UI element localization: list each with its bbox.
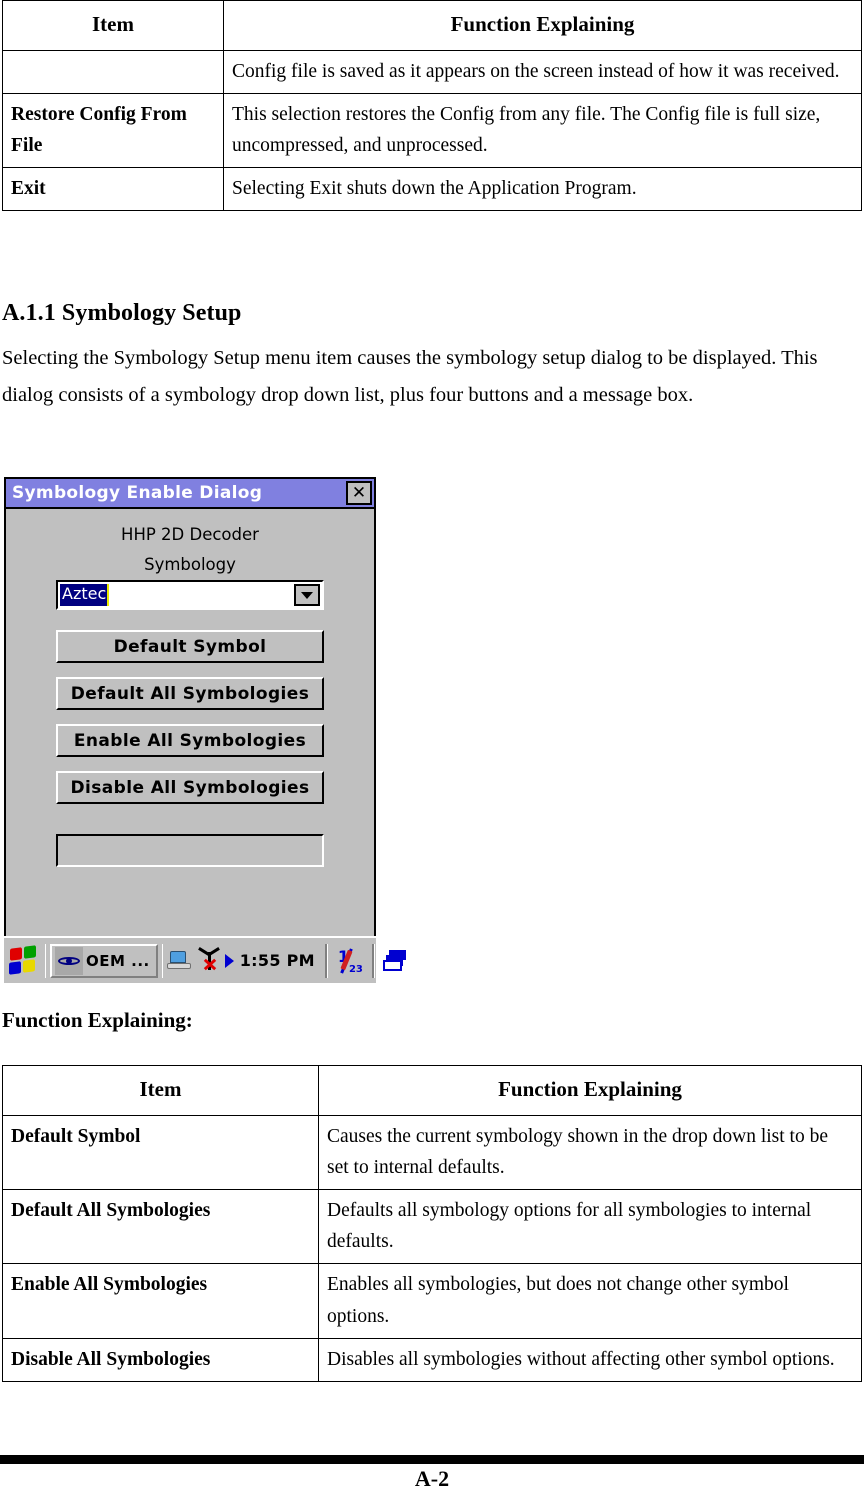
taskbar-clock[interactable]: 1:55 PM [240,951,315,970]
symbology-label: Symbology [144,555,236,574]
table-row: Config file is saved as it appears on th… [2,49,862,94]
dialog-body: HHP 2D Decoder Symbology Aztec Default S… [6,525,374,950]
disable-all-symbologies-button[interactable]: Disable All Symbologies [56,771,324,804]
close-icon[interactable]: ✕ [346,481,372,505]
table-row: Enable All Symbologies Enables all symbo… [2,1263,862,1339]
symbology-selected-value: Aztec [60,584,110,606]
table-header-row: Item Function Explaining [2,1065,862,1116]
default-all-symbologies-button[interactable]: Default All Symbologies [56,677,324,710]
item-cell: Enable All Symbologies [2,1263,319,1339]
page-number: A-2 [414,1466,450,1491]
document-page: Item Function Explaining Config file is … [0,0,864,1493]
dialog-titlebar: Symbology Enable Dialog ✕ [6,479,374,509]
table-row: Disable All Symbologies Disables all sym… [2,1337,862,1382]
laptop-screen [169,950,186,963]
decoder-label: HHP 2D Decoder [121,525,259,544]
taskbar-divider [371,943,375,978]
section-paragraph: Selecting the Symbology Setup menu item … [2,347,818,406]
bottom-function-table: Item Function Explaining Default Symbol … [2,1065,862,1382]
column-header-function: Function Explaining [223,0,862,51]
start-flag-icon[interactable] [7,944,41,978]
dialog-title: Symbology Enable Dialog [12,483,263,503]
device-taskbar: OEM ... 1:55 PM 1 23 [4,936,406,983]
taskbar-task-button[interactable]: OEM ... [50,943,158,978]
symbology-dropdown[interactable]: Aztec [56,580,324,610]
explaining-cell: Causes the current symbology shown in th… [318,1114,862,1190]
laptop-base [166,962,191,969]
item-cell: Disable All Symbologies [2,1337,319,1382]
default-symbol-button[interactable]: Default Symbol [56,630,324,663]
column-header-function: Function Explaining [318,1065,862,1116]
start-flag-quadrant-yellow [23,958,35,973]
explaining-cell: Defaults all symbology options for all s… [318,1188,862,1265]
column-header-item: Item [2,1065,319,1116]
start-flag-quadrant-green [24,944,36,959]
table-row: Restore Config From File This selection … [2,92,862,169]
explaining-cell: Config file is saved as it appears on th… [223,49,862,94]
table-row: Default All Symbologies Defaults all sym… [2,1188,862,1265]
explaining-cell: Selecting Exit shuts down the Applicatio… [223,167,862,212]
item-cell: Restore Config From File [2,92,224,169]
embedded-device-screenshot: Symbology Enable Dialog ✕ HHP 2D Decoder… [4,477,406,983]
start-flag-quadrant-blue [9,960,21,975]
table-row: Default Symbol Causes the current symbol… [2,1114,862,1190]
taskbar-divider [161,943,163,978]
table-row: Exit Selecting Exit shuts down the Appli… [2,167,862,212]
input-panel-digit-bottom: 23 [348,963,363,975]
desktop-windows-icon[interactable] [382,949,409,973]
message-box [56,834,324,867]
input-panel-icon[interactable]: 1 23 [336,947,364,975]
window-layer-front [382,959,402,971]
item-cell: Default All Symbologies [2,1188,319,1265]
system-tray: 1:55 PM 1 23 [166,943,409,978]
section-heading: A.1.1 Symbology Setup [2,300,242,326]
item-cell: Exit [2,167,224,212]
antenna-disconnected-icon[interactable] [197,946,221,974]
chevron-down-icon[interactable] [294,584,320,606]
explaining-cell: Enables all symbologies, but does not ch… [318,1263,862,1339]
column-header-item: Item [2,0,224,51]
explaining-cell: Disables all symbologies without affecti… [318,1337,862,1382]
start-flag-quadrant-red [10,946,22,961]
item-cell [2,49,224,94]
taskbar-divider [324,943,328,978]
taskbar-divider [45,943,46,978]
antenna-arm-right [207,946,220,956]
footer-rule [0,1455,864,1464]
taskbar-task-label: OEM ... [86,951,150,970]
item-cell: Default Symbol [2,1114,319,1190]
oem-app-icon [55,946,83,975]
top-function-table: Item Function Explaining Config file is … [2,0,862,212]
network-connection-icon[interactable] [166,949,193,973]
explaining-cell: This selection restores the Config from … [223,92,862,169]
eye-pupil [66,957,72,964]
function-explaining-label: Function Explaining: [2,1008,193,1032]
enable-all-symbologies-button[interactable]: Enable All Symbologies [56,724,324,757]
table-header-row: Item Function Explaining [2,0,862,51]
symbology-enable-dialog: Symbology Enable Dialog ✕ HHP 2D Decoder… [4,477,376,950]
play-arrow-icon[interactable] [224,953,234,968]
